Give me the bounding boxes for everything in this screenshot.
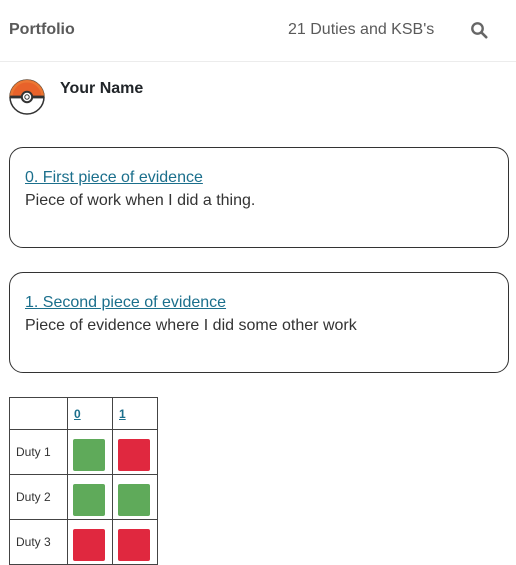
evidence-link[interactable]: 1. Second piece of evidence: [25, 292, 226, 314]
table-row: Duty 3: [9, 519, 158, 565]
search-icon[interactable]: [470, 21, 488, 39]
row-label: Duty 2: [9, 474, 68, 520]
evidence-link[interactable]: 0. First piece of evidence: [25, 167, 203, 189]
status-cell: [67, 429, 113, 475]
brand-link[interactable]: Portfolio: [9, 21, 75, 39]
status-cell: [112, 474, 158, 520]
status-indicator: [118, 529, 150, 561]
status-cell: [112, 429, 158, 475]
evidence-card: 1. Second piece of evidence Piece of evi…: [9, 272, 509, 373]
nav-duties-link[interactable]: 21 Duties and KSB's: [288, 21, 434, 39]
column-link[interactable]: 1: [119, 407, 126, 421]
status-indicator: [73, 529, 105, 561]
table-row: Duty 2: [9, 474, 158, 520]
duties-evidence-matrix: 0 1 Duty 1 Duty 2 Duty 3: [9, 397, 158, 565]
matrix-column-header: 1: [112, 397, 158, 430]
profile-name: Your Name: [60, 80, 144, 97]
status-indicator: [73, 439, 105, 471]
table-row: Duty 1: [9, 429, 158, 475]
pokeball-avatar-icon: [9, 79, 45, 115]
evidence-card: 0. First piece of evidence Piece of work…: [9, 147, 509, 248]
top-navbar: Portfolio 21 Duties and KSB's: [0, 0, 516, 62]
status-cell: [67, 519, 113, 565]
status-cell: [67, 474, 113, 520]
matrix-column-header: 0: [67, 397, 113, 430]
column-link[interactable]: 0: [74, 407, 81, 421]
status-indicator: [118, 484, 150, 516]
matrix-header-row: 0 1: [9, 397, 158, 430]
status-cell: [112, 519, 158, 565]
status-indicator: [118, 439, 150, 471]
row-label: Duty 1: [9, 429, 68, 475]
matrix-corner-cell: [9, 397, 68, 430]
evidence-description: Piece of work when I did a thing.: [25, 192, 256, 209]
evidence-description: Piece of evidence where I did some other…: [25, 317, 357, 334]
row-label: Duty 3: [9, 519, 68, 565]
status-indicator: [73, 484, 105, 516]
